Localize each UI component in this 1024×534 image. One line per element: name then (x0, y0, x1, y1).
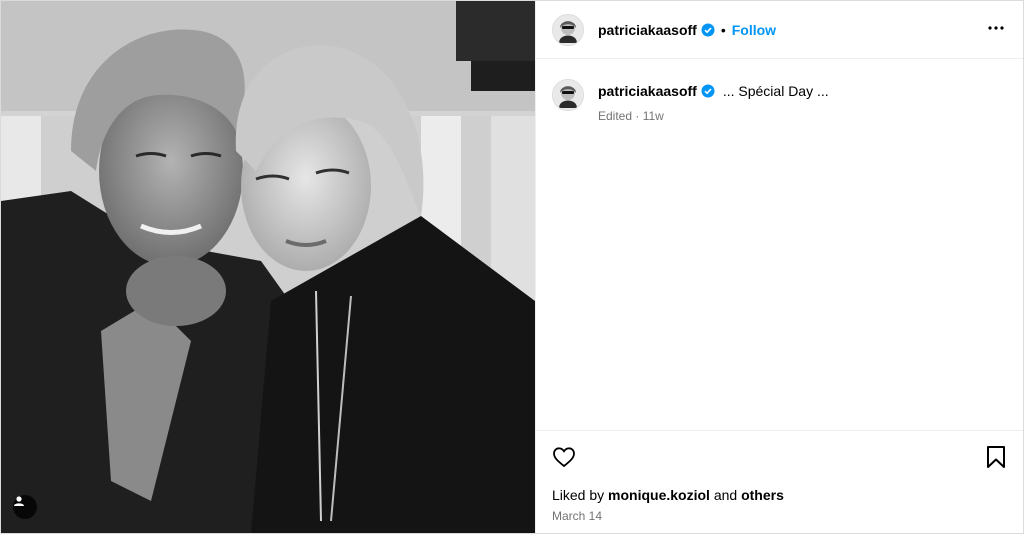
tag-button[interactable] (13, 495, 37, 519)
comments-section: patriciakaasoff ... Spécial Day ... Edit… (536, 59, 1023, 430)
post-date[interactable]: March 14 (552, 509, 1007, 523)
more-options-icon[interactable] (987, 19, 1005, 37)
post-actions: Liked by monique.koziol and others March… (536, 430, 1023, 533)
meta-separator: · (635, 109, 640, 123)
photo-image (1, 1, 535, 533)
post-details-panel: patriciakaasoff • Follow patriciakaasoff (535, 1, 1023, 533)
caption-body: patriciakaasoff ... Spécial Day ... Edit… (598, 83, 829, 123)
likes-line: Liked by monique.koziol and others (552, 487, 1007, 503)
caption-avatar[interactable] (552, 79, 584, 111)
post-photo[interactable] (1, 1, 535, 533)
verified-badge-icon (701, 23, 715, 37)
caption-text: ... Spécial Day ... (722, 83, 829, 99)
heart-icon[interactable] (552, 445, 576, 469)
avatar[interactable] (552, 13, 584, 46)
username-link[interactable]: patriciakaasoff (598, 22, 697, 38)
liked-by-and: and (713, 487, 738, 503)
post-header: patriciakaasoff • Follow (536, 1, 1023, 59)
caption-username[interactable]: patriciakaasoff (598, 83, 697, 99)
action-row (552, 443, 1007, 471)
caption: patriciakaasoff ... Spécial Day ... Edit… (552, 79, 1007, 123)
liked-by-prefix: Liked by (552, 487, 605, 503)
caption-meta: Edited · 11w (598, 109, 829, 123)
edited-label: Edited (598, 109, 633, 123)
separator-dot: • (720, 21, 726, 38)
post-dialog: patriciakaasoff • Follow patriciakaasoff (0, 0, 1024, 534)
bookmark-icon[interactable] (985, 445, 1007, 469)
liked-by-user[interactable]: monique.koziol (608, 487, 710, 503)
post-age[interactable]: 11w (643, 109, 664, 123)
follow-button[interactable]: Follow (732, 22, 776, 38)
caption-line: patriciakaasoff ... Spécial Day ... (598, 83, 829, 99)
verified-badge-icon (701, 84, 715, 98)
liked-by-others[interactable]: others (741, 487, 784, 503)
